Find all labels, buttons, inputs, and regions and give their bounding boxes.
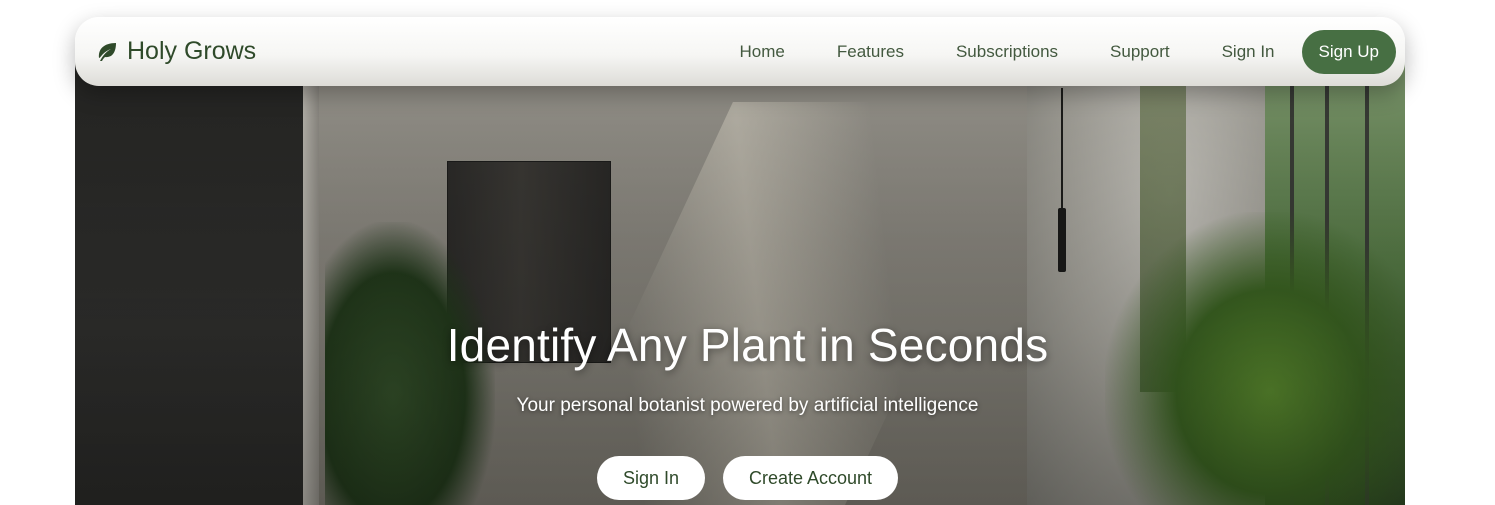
nav-link-subscriptions[interactable]: Subscriptions	[956, 42, 1058, 62]
nav-links: Home Features Subscriptions Support Sign…	[714, 29, 1396, 74]
hero-create-account-button[interactable]: Create Account	[722, 456, 899, 500]
nav-link-features[interactable]: Features	[837, 42, 904, 62]
nav-link-sign-in[interactable]: Sign In	[1222, 42, 1275, 62]
hero-overlay	[75, 62, 1405, 505]
brand-logo-link[interactable]: Holy Grows	[95, 37, 256, 66]
nav-link-support[interactable]: Support	[1110, 42, 1170, 62]
brand-name: Holy Grows	[127, 37, 257, 65]
hero-section	[75, 62, 1405, 505]
nav-link-home[interactable]: Home	[740, 42, 785, 62]
hero-subtitle: Your personal botanist powered by artifi…	[516, 395, 979, 416]
leaf-icon	[98, 42, 116, 61]
nav-sign-up-button[interactable]: Sign Up	[1301, 29, 1396, 74]
page: Identify Any Plant in Seconds Your perso…	[0, 0, 1495, 505]
top-navbar: Holy Grows Home Features Subscriptions S…	[75, 17, 1405, 86]
hero-sign-in-button[interactable]: Sign In	[596, 456, 705, 500]
hero-actions: Sign In Create Account	[0, 456, 1495, 500]
hero-title: Identify Any Plant in Seconds	[446, 319, 1049, 371]
